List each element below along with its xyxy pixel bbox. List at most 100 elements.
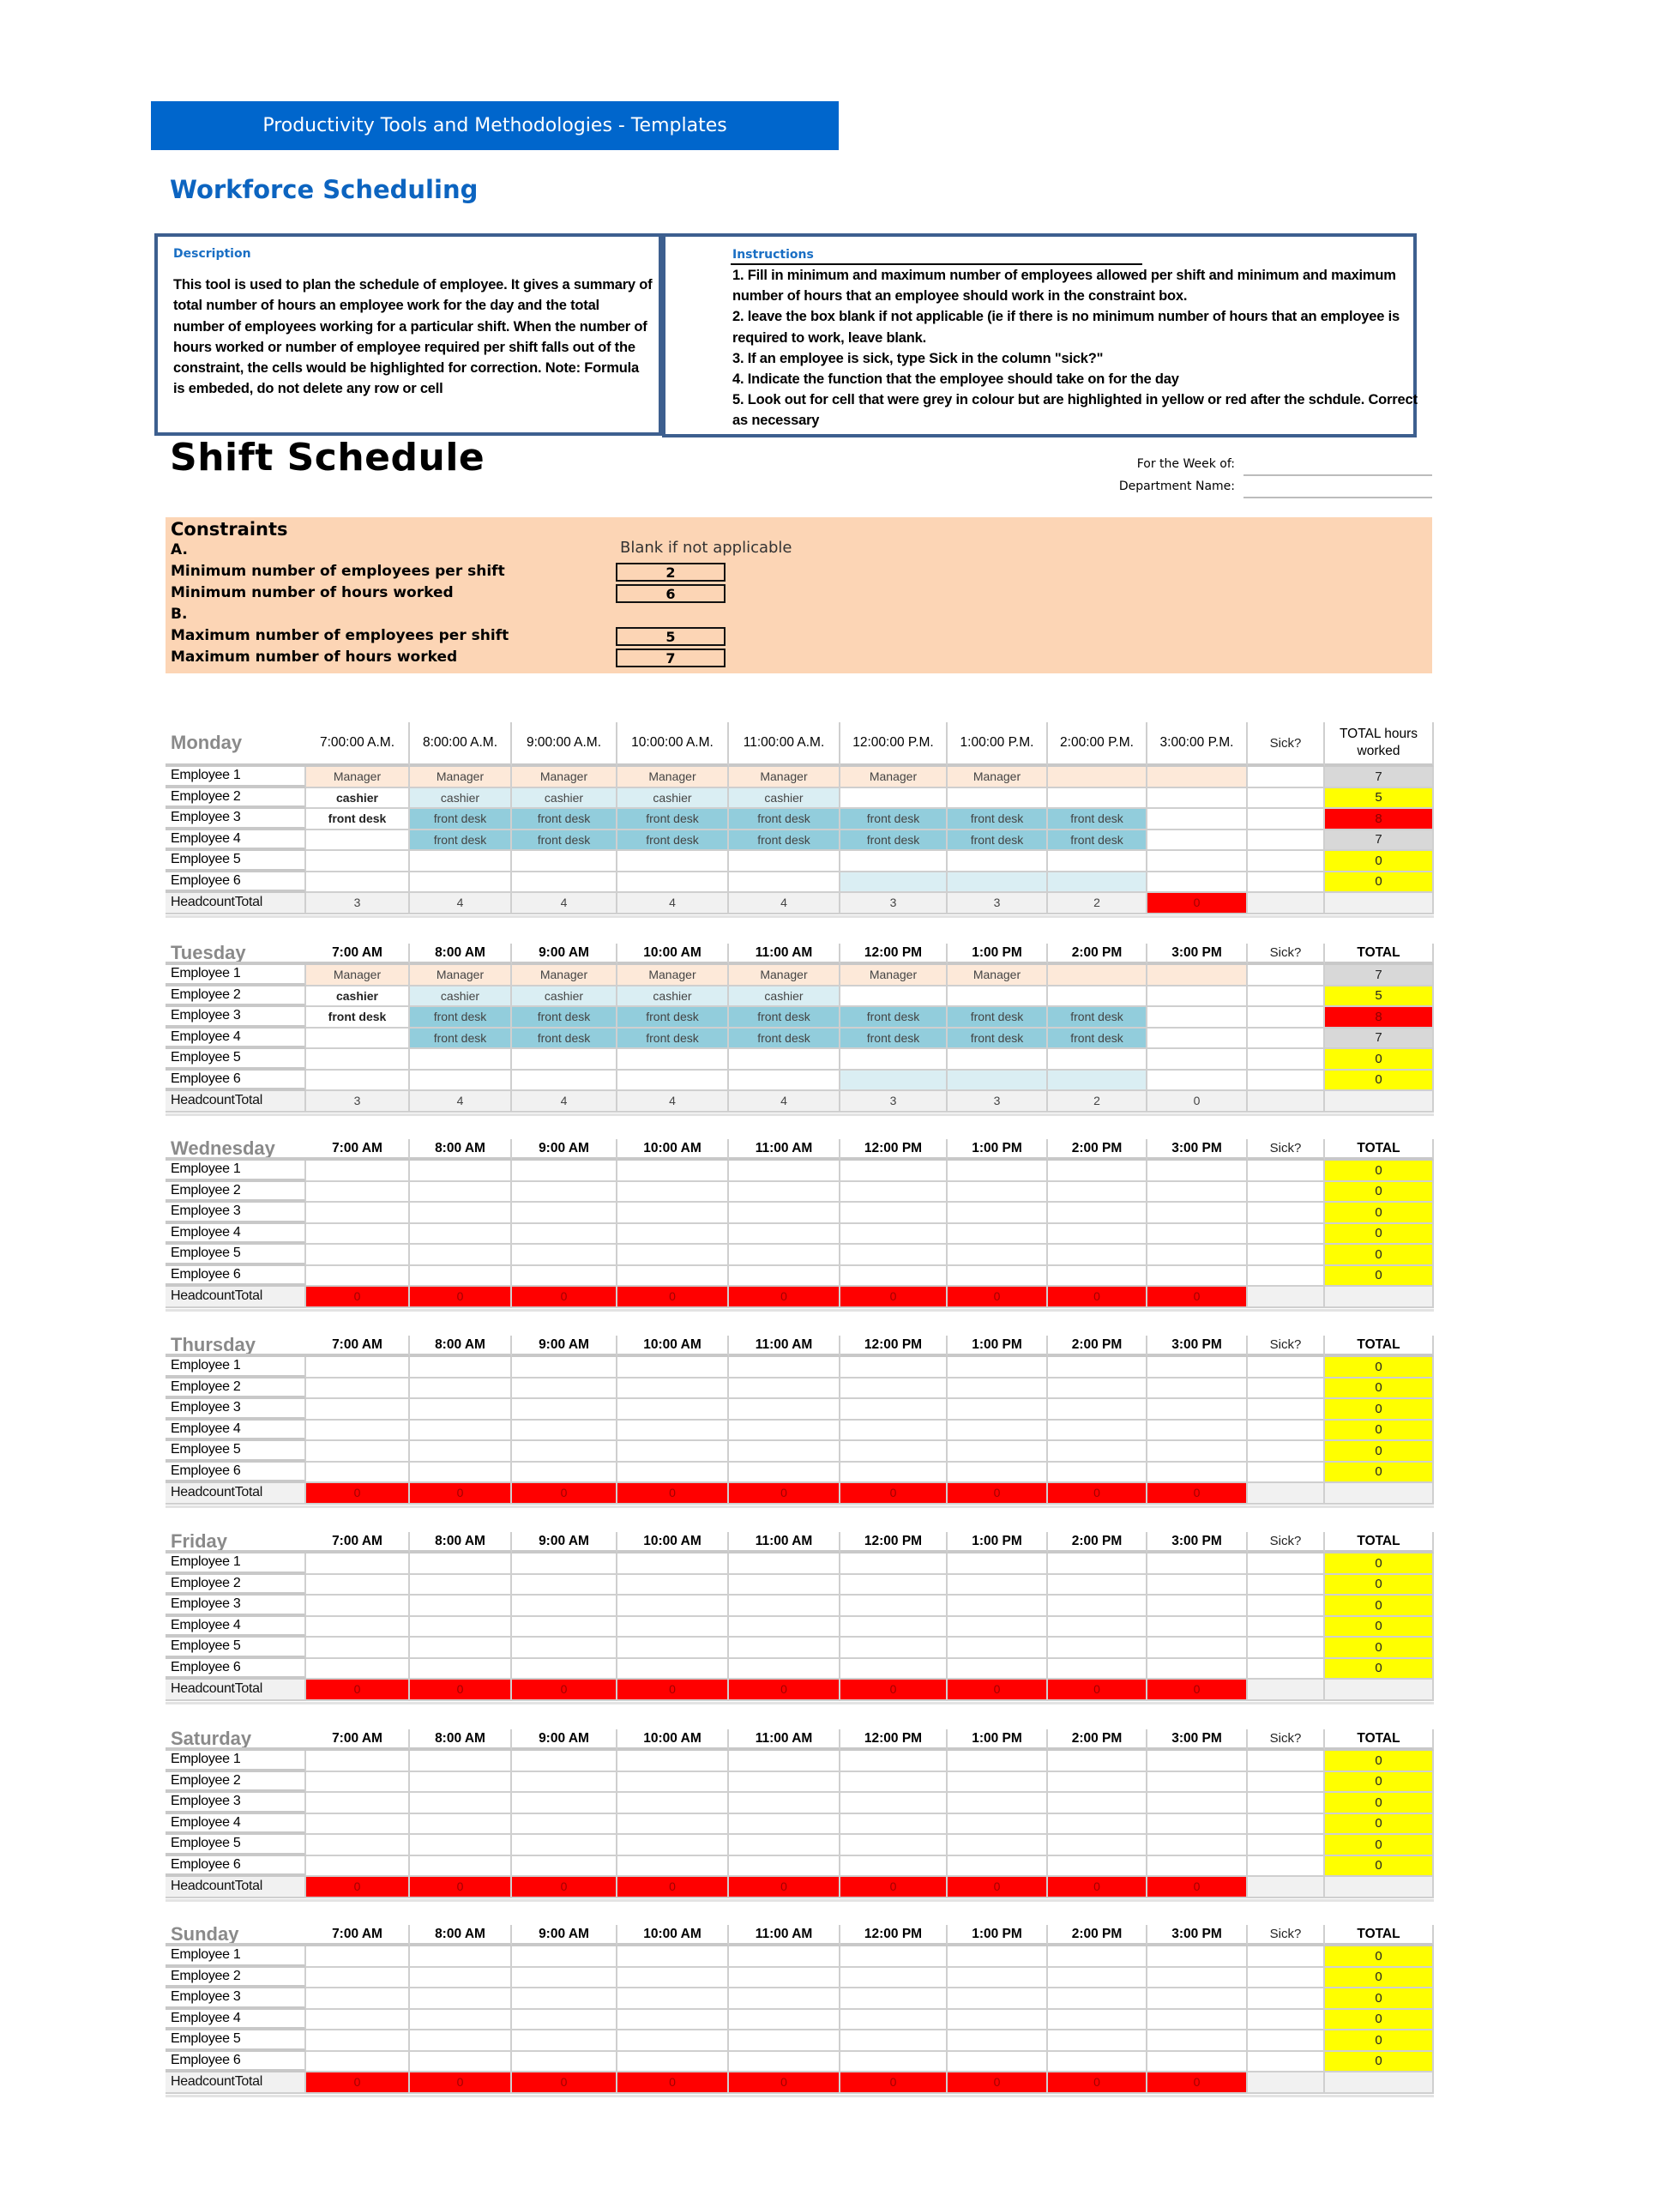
shift-cell[interactable]: cashier <box>729 787 840 809</box>
shift-cell[interactable] <box>1147 1751 1248 1772</box>
sick-cell[interactable] <box>1248 1441 1325 1463</box>
shift-cell[interactable] <box>512 2030 617 2052</box>
shift-cell[interactable] <box>617 1855 729 1877</box>
shift-cell[interactable] <box>306 1203 410 1224</box>
shift-cell[interactable] <box>1147 1835 1248 1856</box>
shift-cell[interactable] <box>512 1049 617 1071</box>
sick-cell[interactable] <box>1248 830 1325 851</box>
shift-cell[interactable] <box>410 1357 512 1379</box>
shift-cell[interactable] <box>729 1658 840 1680</box>
shift-cell[interactable] <box>948 1357 1048 1379</box>
shift-cell[interactable]: front desk <box>840 1007 948 1029</box>
shift-cell[interactable] <box>948 1181 1048 1203</box>
shift-cell[interactable] <box>1048 767 1147 788</box>
shift-cell[interactable] <box>840 1988 948 2010</box>
sick-cell[interactable] <box>1248 1223 1325 1245</box>
shift-cell[interactable] <box>1147 1265 1248 1287</box>
shift-cell[interactable]: front desk <box>512 809 617 830</box>
shift-cell[interactable] <box>410 1946 512 1968</box>
shift-cell[interactable] <box>729 1751 840 1772</box>
sick-cell[interactable] <box>1248 1378 1325 1399</box>
shift-cell[interactable] <box>410 1751 512 1772</box>
shift-cell[interactable] <box>1048 1596 1147 1617</box>
shift-cell[interactable] <box>617 1793 729 1814</box>
shift-cell[interactable]: front desk <box>729 1028 840 1049</box>
shift-cell[interactable] <box>306 1967 410 1988</box>
shift-cell[interactable] <box>410 1441 512 1463</box>
shift-cell[interactable] <box>617 1223 729 1245</box>
shift-cell[interactable] <box>617 1946 729 1968</box>
shift-cell[interactable]: Manager <box>306 767 410 788</box>
shift-cell[interactable] <box>410 1203 512 1224</box>
shift-cell[interactable] <box>410 1988 512 2010</box>
sick-cell[interactable] <box>1248 1357 1325 1379</box>
sick-cell[interactable] <box>1248 1835 1325 1856</box>
shift-cell[interactable] <box>410 1967 512 1988</box>
shift-cell[interactable]: front desk <box>617 1007 729 1029</box>
sick-cell[interactable] <box>1248 1596 1325 1617</box>
shift-cell[interactable] <box>840 1203 948 1224</box>
shift-cell[interactable] <box>1147 2030 1248 2052</box>
shift-cell[interactable] <box>306 1223 410 1245</box>
shift-cell[interactable] <box>840 1596 948 1617</box>
shift-cell[interactable] <box>306 1771 410 1793</box>
shift-cell[interactable]: cashier <box>729 986 840 1007</box>
shift-cell[interactable] <box>512 1181 617 1203</box>
shift-cell[interactable] <box>948 1203 1048 1224</box>
shift-cell[interactable] <box>306 1462 410 1483</box>
shift-cell[interactable] <box>617 1596 729 1617</box>
shift-cell[interactable] <box>948 1574 1048 1596</box>
sick-cell[interactable] <box>1248 1813 1325 1835</box>
shift-cell[interactable] <box>948 1462 1048 1483</box>
shift-cell[interactable]: front desk <box>948 809 1048 830</box>
shift-cell[interactable] <box>410 2009 512 2030</box>
shift-cell[interactable] <box>1048 1357 1147 1379</box>
shift-cell[interactable] <box>306 1420 410 1441</box>
shift-cell[interactable] <box>512 1813 617 1835</box>
shift-cell[interactable] <box>410 1161 512 1182</box>
shift-cell[interactable] <box>617 872 729 893</box>
shift-cell[interactable] <box>729 1420 840 1441</box>
shift-cell[interactable] <box>840 1399 948 1421</box>
sick-cell[interactable] <box>1248 1638 1325 1659</box>
shift-cell[interactable] <box>948 1420 1048 1441</box>
shift-cell[interactable] <box>840 1813 948 1835</box>
shift-cell[interactable] <box>840 1771 948 1793</box>
shift-cell[interactable] <box>948 2009 1048 2030</box>
shift-cell[interactable] <box>617 1616 729 1638</box>
shift-cell[interactable] <box>1048 787 1147 809</box>
shift-cell[interactable] <box>410 1855 512 1877</box>
shift-cell[interactable] <box>840 1616 948 1638</box>
shift-cell[interactable] <box>729 1616 840 1638</box>
shift-cell[interactable] <box>729 2051 840 2072</box>
shift-cell[interactable] <box>840 1574 948 1596</box>
shift-cell[interactable] <box>1147 1574 1248 1596</box>
shift-cell[interactable] <box>729 1070 840 1091</box>
shift-cell[interactable]: Manager <box>410 767 512 788</box>
shift-cell[interactable] <box>410 1049 512 1071</box>
sick-cell[interactable] <box>1248 1203 1325 1224</box>
shift-cell[interactable] <box>306 1658 410 1680</box>
shift-cell[interactable] <box>512 1793 617 1814</box>
shift-cell[interactable] <box>1147 1638 1248 1659</box>
shift-cell[interactable]: front desk <box>948 1028 1048 1049</box>
shift-cell[interactable] <box>1147 1378 1248 1399</box>
shift-cell[interactable] <box>1048 1399 1147 1421</box>
shift-cell[interactable] <box>948 1988 1048 2010</box>
shift-cell[interactable]: Manager <box>512 767 617 788</box>
shift-cell[interactable] <box>729 2030 840 2052</box>
shift-cell[interactable] <box>617 1553 729 1575</box>
shift-cell[interactable] <box>729 1265 840 1287</box>
shift-cell[interactable] <box>410 1223 512 1245</box>
shift-cell[interactable] <box>512 1658 617 1680</box>
shift-cell[interactable]: front desk <box>1048 1007 1147 1029</box>
shift-cell[interactable] <box>1048 1161 1147 1182</box>
shift-cell[interactable] <box>948 1946 1048 1968</box>
shift-cell[interactable] <box>1048 1751 1147 1772</box>
shift-cell[interactable]: Manager <box>512 965 617 986</box>
shift-cell[interactable] <box>1048 1378 1147 1399</box>
sick-cell[interactable] <box>1248 1070 1325 1091</box>
shift-cell[interactable] <box>729 1203 840 1224</box>
shift-cell[interactable] <box>410 1771 512 1793</box>
shift-cell[interactable] <box>1048 1835 1147 1856</box>
